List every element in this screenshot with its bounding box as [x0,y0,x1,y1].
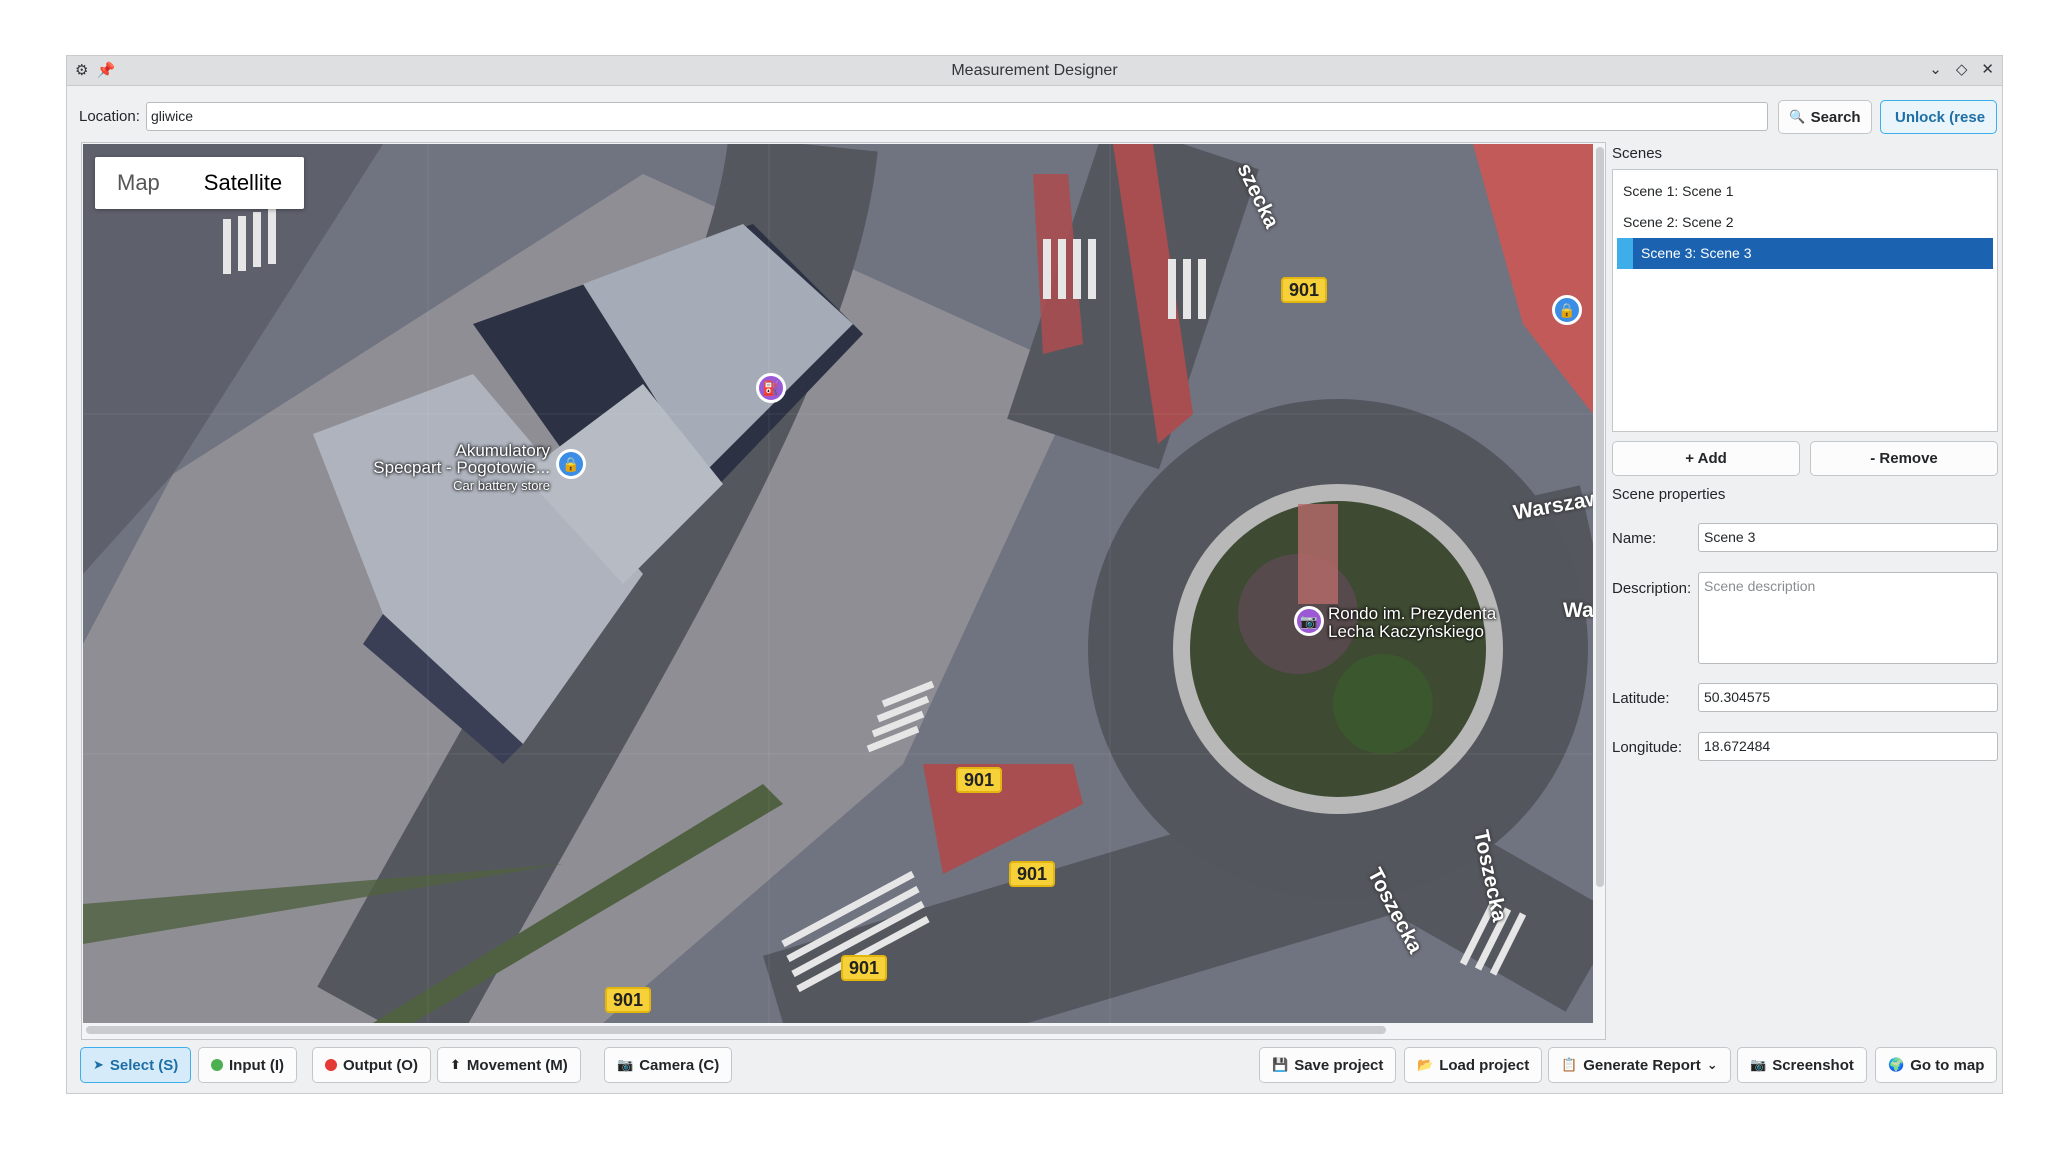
camera-icon: 📷 [617,1057,634,1072]
search-button[interactable]: 🔍 Search [1778,100,1872,134]
map-type-satellite[interactable]: Satellite [182,157,304,209]
description-label: Description: [1612,580,1692,597]
dropdown-arrow-icon: ⌄ [1706,1057,1718,1072]
satellite-imagery [83,144,1593,1023]
scene-properties-title: Scene properties [1612,486,1726,503]
street-label: Wa [1563,599,1593,622]
save-project-button[interactable]: 💾 Save project [1259,1047,1397,1083]
save-icon: 💾 [1272,1057,1289,1072]
go-to-map-button[interactable]: 🌍 Go to map [1875,1047,1998,1083]
main-window: ⚙ 📌 Measurement Designer ⌄ ◇ ✕ Location:… [66,55,2003,1094]
road-shield: 901 [841,955,888,981]
longitude-label: Longitude: [1612,739,1683,756]
location-label: Location: [79,108,140,125]
chevron-down-icon[interactable]: ⌄ [1929,60,1942,78]
poi-label-line2: Specpart - Pogotowie... [373,458,550,477]
folder-icon: 📂 [1417,1057,1434,1072]
selection-indicator [1617,238,1633,269]
movement-tool-button[interactable]: ⬆ Movement (M) [437,1047,581,1083]
unlock-button[interactable]: Unlock (rese [1880,100,1997,134]
scene-item[interactable]: Scene 2: Scene 2 [1617,207,1993,238]
restore-icon[interactable]: ◇ [1956,60,1968,78]
scenes-list: Scene 1: Scene 1 Scene 2: Scene 2 Scene … [1612,169,1998,432]
latitude-label: Latitude: [1612,690,1670,707]
fuel-pin-icon[interactable]: ⛽ [756,373,786,403]
landmark-pin-icon[interactable]: 📷 [1294,606,1324,636]
poi-label-line1: Rondo im. Prezydenta [1328,604,1497,623]
scenes-title: Scenes [1612,145,1663,162]
report-icon: 📋 [1561,1057,1578,1072]
arrow-up-icon: ⬆ [450,1057,461,1072]
road-shield: 901 [956,767,1003,793]
camera-icon: 📷 [1750,1057,1767,1072]
camera-tool-button[interactable]: 📷 Camera (C) [604,1047,733,1083]
scene-item-label: Scene 3: Scene 3 [1641,245,1752,261]
title-bar: ⚙ 📌 Measurement Designer ⌄ ◇ ✕ [67,56,2002,86]
load-project-button[interactable]: 📂 Load project [1404,1047,1543,1083]
output-tool-button[interactable]: Output (O) [312,1047,431,1083]
map-type-control: Map Satellite [95,157,305,209]
store-pin-icon[interactable]: 🔒 [556,449,586,479]
shop-pin-icon[interactable]: 🔒 [1552,295,1582,325]
search-icon: 🔍 [1789,109,1806,124]
green-dot-icon [211,1059,223,1071]
close-icon[interactable]: ✕ [1981,60,1994,78]
description-field[interactable]: Scene description [1698,572,1998,664]
map-container: Map Satellite 901 901 901 901 901 🔒 ⛽ 📷 … [81,142,1606,1040]
cursor-icon: ➤ [93,1057,104,1072]
name-field[interactable]: Scene 3 [1698,523,1998,552]
name-label: Name: [1612,530,1657,547]
vertical-scrollbar[interactable] [1596,147,1604,887]
scene-item-selected[interactable]: Scene 3: Scene 3 [1617,238,1993,269]
poi-label-line2: Lecha Kaczyńskiego [1328,622,1484,641]
location-input[interactable]: gliwice [146,102,1768,131]
generate-report-button[interactable]: 📋 Generate Report ⌄ [1548,1047,1731,1083]
horizontal-scrollbar[interactable] [86,1026,1386,1034]
input-tool-button[interactable]: Input (I) [198,1047,297,1083]
road-shield: 901 [1009,861,1056,887]
select-tool-button[interactable]: ➤ Select (S) [80,1047,192,1083]
map-type-map[interactable]: Map [95,157,182,209]
window-title: Measurement Designer [951,62,1118,79]
latitude-field[interactable]: 50.304575 [1698,683,1998,712]
poi-category: Car battery store [453,478,550,493]
screenshot-button[interactable]: 📷 Screenshot [1737,1047,1867,1083]
remove-scene-button[interactable]: - Remove [1810,441,1998,476]
add-scene-button[interactable]: + Add [1612,441,1800,476]
longitude-field[interactable]: 18.672484 [1698,732,1998,761]
globe-icon: 🌍 [1888,1057,1905,1072]
scene-item[interactable]: Scene 1: Scene 1 [1617,176,1993,207]
red-dot-icon [325,1059,337,1071]
road-shield: 901 [605,987,652,1013]
satellite-map[interactable]: Map Satellite 901 901 901 901 901 🔒 ⛽ 📷 … [83,144,1593,1023]
road-shield: 901 [1281,277,1328,303]
